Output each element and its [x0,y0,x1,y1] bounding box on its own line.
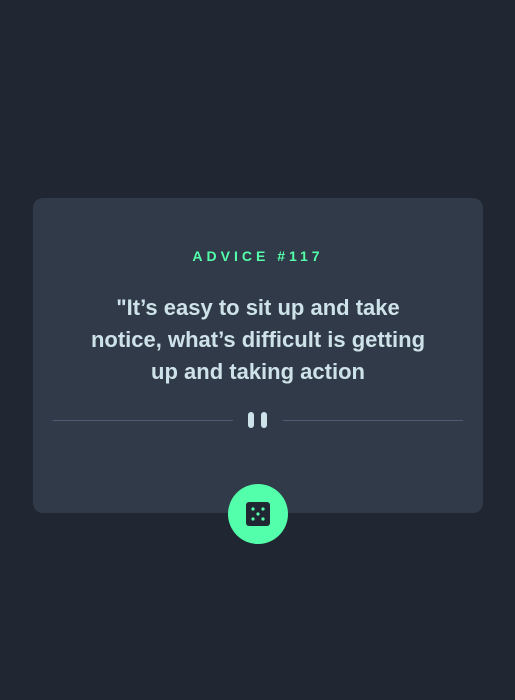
dice-button[interactable] [228,484,288,544]
divider-line-left [53,420,233,421]
dice-icon [246,502,270,526]
advice-quote: "It’s easy to sit up and take notice, wh… [90,295,426,384]
divider-line-right [283,420,463,421]
advice-card: ADVICE #117 "It’s easy to sit up and tak… [33,198,483,513]
page: ADVICE #117 "It’s easy to sit up and tak… [0,0,515,700]
pause-icon [248,412,268,428]
advice-id: ADVICE #117 [192,248,324,264]
divider [53,412,463,428]
